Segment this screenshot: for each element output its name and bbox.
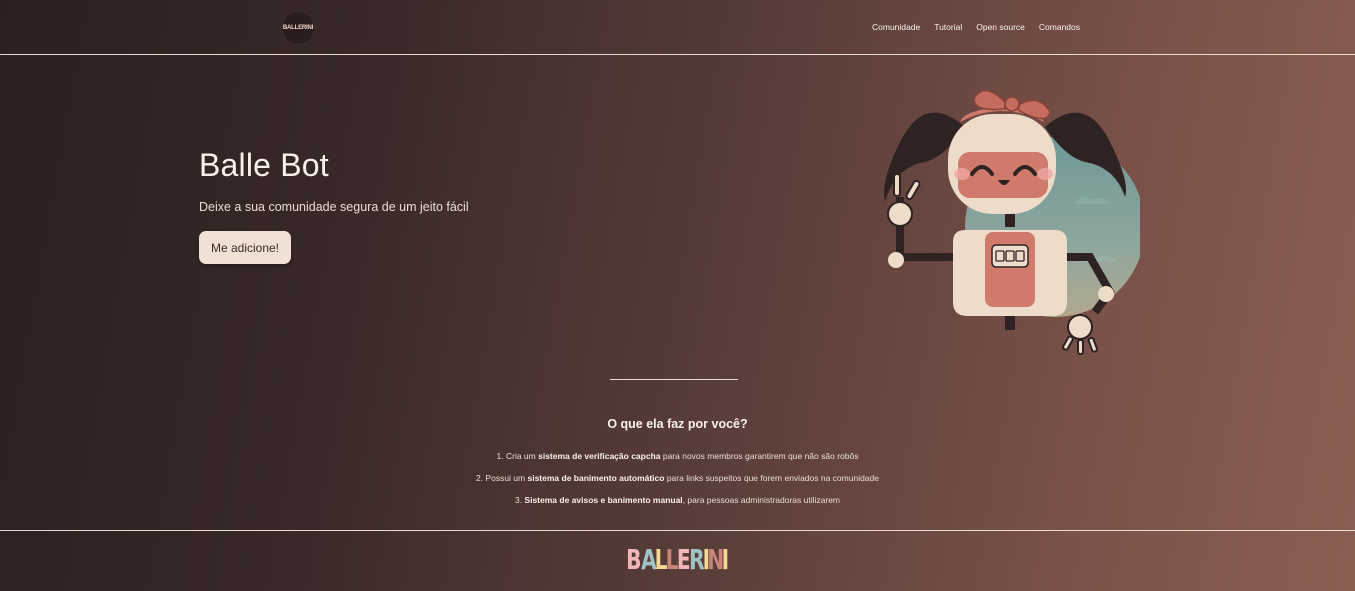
logo[interactable]: BALLERINI	[282, 12, 314, 44]
brand-letter: I	[722, 543, 731, 576]
nav-links: Comunidade Tutorial Open source Comandos	[872, 22, 1094, 32]
add-bot-button[interactable]: Me adicione!	[199, 231, 291, 264]
navbar: BALLERINI Comunidade Tutorial Open sourc…	[0, 0, 1355, 55]
nav-link-open-source[interactable]: Open source	[976, 22, 1025, 32]
section-divider	[610, 379, 738, 380]
robot-hand-right	[1061, 314, 1098, 355]
brand-letter: B	[626, 543, 643, 576]
nav-link-comunidade[interactable]: Comunidade	[872, 22, 920, 32]
footer-brand: BALLERINI	[626, 543, 731, 576]
nav-link-tutorial[interactable]: Tutorial	[934, 22, 962, 32]
features-title: O que ela faz por você?	[607, 417, 748, 431]
feature-item: 1. Cria um sistema de verificação capcha…	[496, 451, 859, 461]
feature-item: 2. Possui um sistema de banimento automá…	[475, 473, 879, 483]
robot-illustration	[884, 89, 1140, 355]
robot-chest-panel	[991, 244, 1029, 268]
nav-link-comandos[interactable]: Comandos	[1039, 22, 1080, 32]
feature-item: 3. Sistema de avisos e banimento manual,…	[514, 495, 841, 505]
footer: BALLERINI	[0, 530, 1355, 591]
hero-subtitle: Deixe a sua comunidade segura de um jeit…	[199, 200, 469, 214]
hero-title: Balle Bot	[199, 147, 329, 183]
features-list: 1. Cria um sistema de verificação capcha…	[0, 451, 1355, 517]
logo-text: BALLERINI	[282, 25, 314, 31]
